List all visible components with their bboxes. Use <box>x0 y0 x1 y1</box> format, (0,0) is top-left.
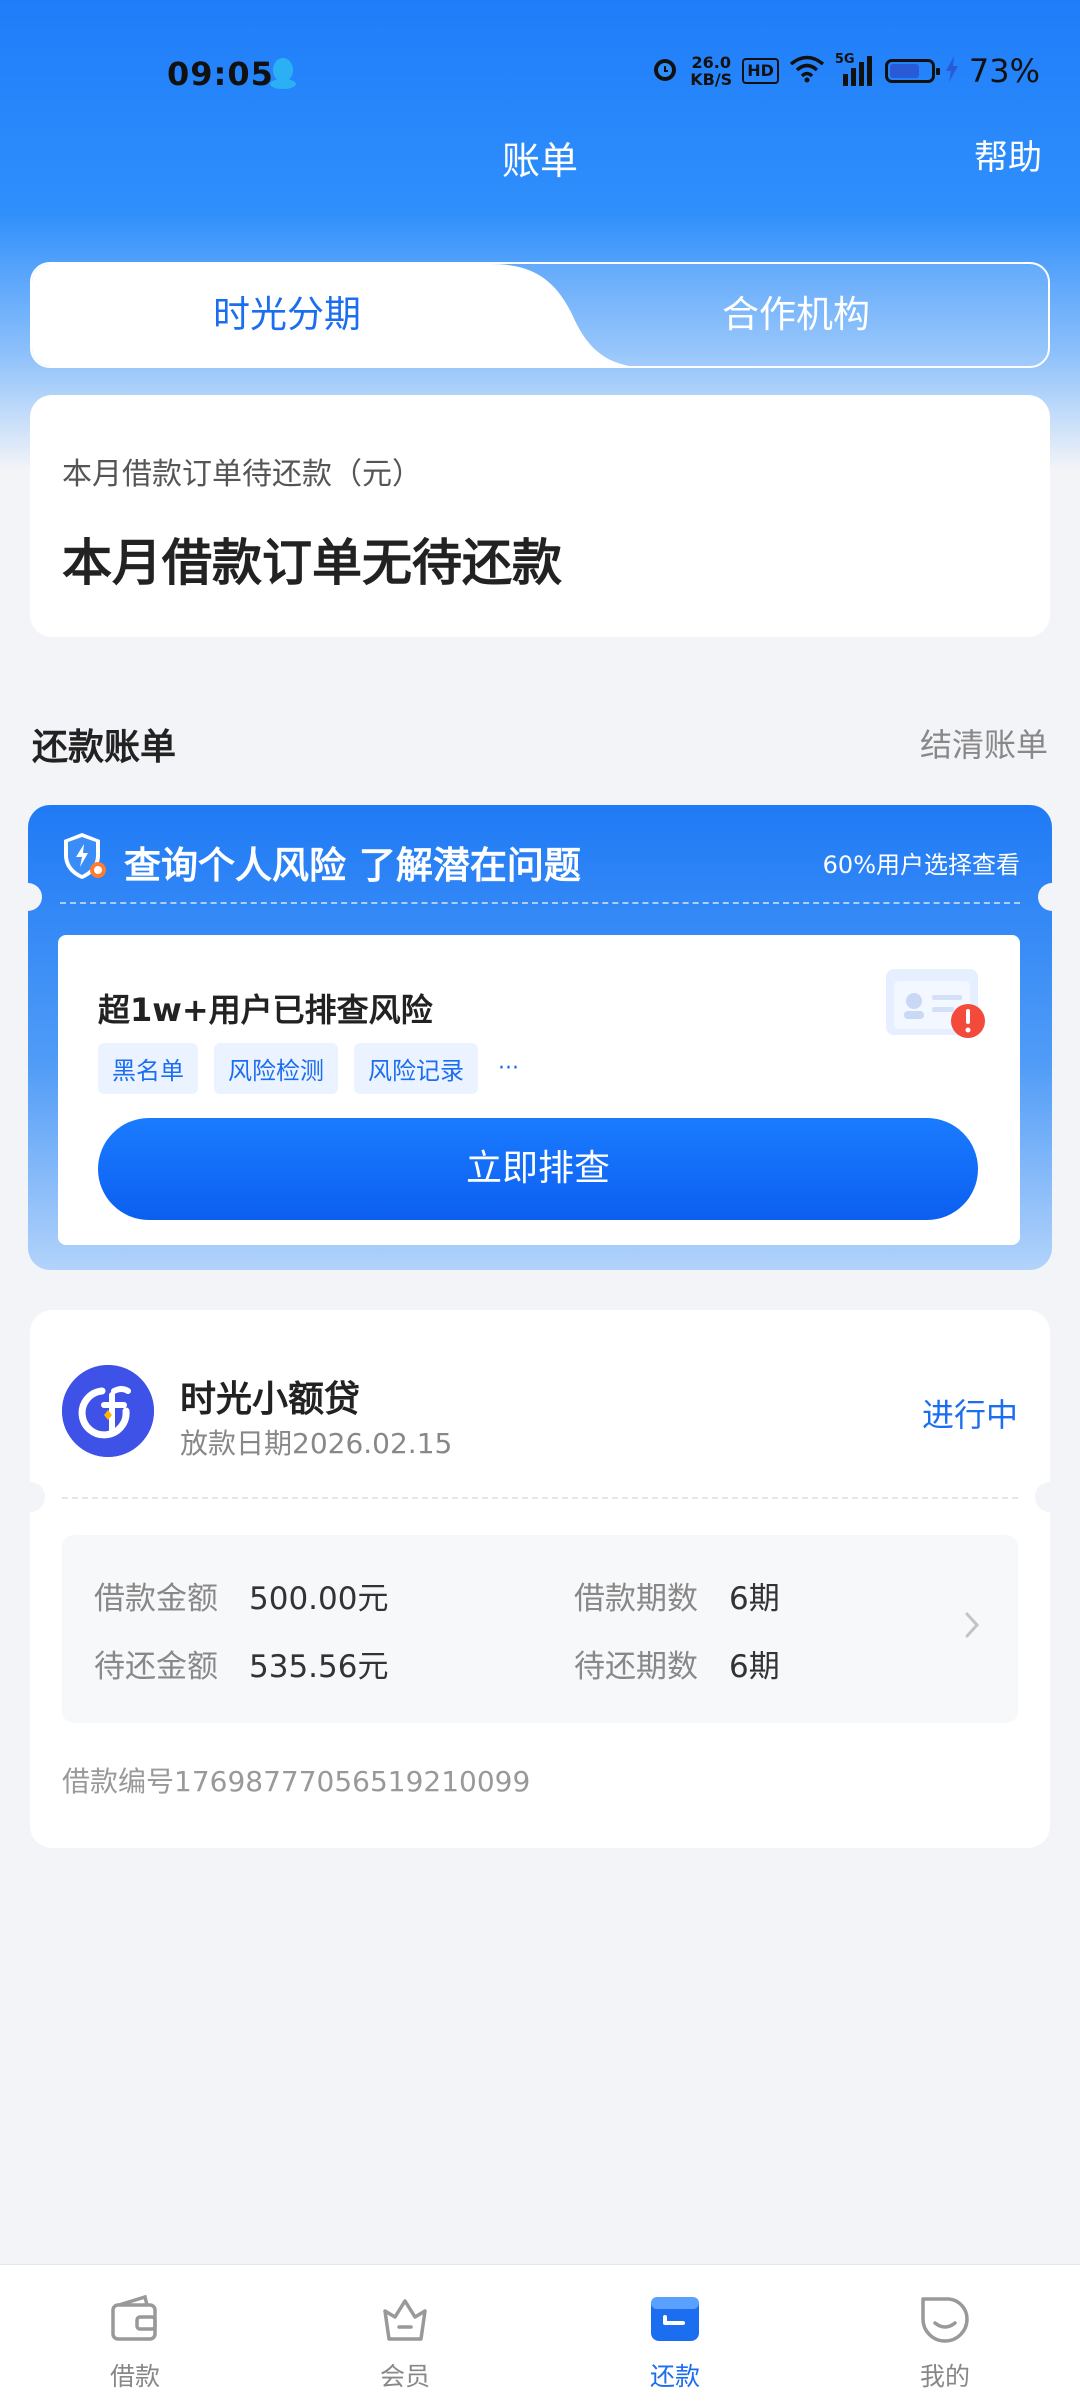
nav-label-member: 会员 <box>379 2362 430 2391</box>
tab-partner-institutions[interactable]: 合作机构 <box>542 264 1048 366</box>
charging-icon <box>945 56 959 86</box>
tag-risk-record: 风险记录 <box>354 1043 478 1094</box>
network-speed: 26.0 KB/S <box>690 53 733 89</box>
loan-periods-value: 6期 <box>729 1581 780 1617</box>
loan-product-name: 时光小额贷 <box>180 1379 361 1420</box>
due-amount-label: 待还金额 <box>94 1649 218 1685</box>
monthly-due-value: 本月借款订单无待还款 <box>62 534 562 592</box>
tags-more: ··· <box>498 1056 519 1081</box>
nav-label-borrow: 借款 <box>109 2362 160 2391</box>
loan-periods-label: 借款期数 <box>574 1581 698 1617</box>
hd-badge: HD <box>742 58 779 84</box>
status-bar: 09:05 26.0 KB/S HD 5G 73% <box>0 0 1080 140</box>
nav-item-mine[interactable]: 我的 <box>810 2265 1080 2401</box>
chevron-right-icon <box>964 1611 980 1643</box>
help-button[interactable]: 帮助 <box>974 130 1042 179</box>
qq-icon <box>268 56 298 94</box>
risk-tags: 黑名单 风险检测 风险记录 ··· <box>98 1043 519 1094</box>
nav-item-borrow[interactable]: 借款 <box>0 2265 270 2401</box>
wallet-icon <box>111 2294 157 2341</box>
loan-amount-label: 借款金额 <box>94 1581 218 1617</box>
crown-icon <box>383 2299 427 2341</box>
tag-risk-detection: 风险检测 <box>214 1043 338 1094</box>
nav-label-mine: 我的 <box>919 2362 970 2391</box>
risk-inner-card: 超1w+用户已排查风险 黑名单 风险检测 风险记录 ··· 立即排查 <box>58 935 1020 1245</box>
risk-inner-title: 超1w+用户已排查风险 <box>98 991 433 1029</box>
loan-info-panel[interactable]: 借款金额 500.00元 借款期数 6期 待还金额 535.56元 待还期数 6… <box>62 1535 1018 1723</box>
check-now-button[interactable]: 立即排查 <box>98 1118 978 1220</box>
loan-logo-icon <box>62 1365 154 1457</box>
battery-icon <box>884 59 940 83</box>
wifi-icon <box>789 55 825 87</box>
nav-item-repay[interactable]: 还款 <box>540 2265 810 2401</box>
loan-number: 借款编号17698777056519210099 <box>62 1765 531 1798</box>
nav-item-member[interactable]: 会员 <box>270 2265 540 2401</box>
tag-blacklist: 黑名单 <box>98 1043 198 1094</box>
id-card-warning-icon <box>882 963 992 1053</box>
risk-subtitle: 60%用户选择查看 <box>822 851 1020 879</box>
loan-status: 进行中 <box>921 1396 1018 1434</box>
risk-title: 查询个人风险 了解潜在问题 <box>124 844 581 887</box>
loan-date: 放款日期2026.02.15 <box>180 1427 453 1460</box>
alarm-icon <box>650 54 680 88</box>
shield-icon <box>58 830 110 886</box>
page-title: 账单 <box>501 139 578 183</box>
due-amount-value: 535.56元 <box>249 1649 389 1685</box>
due-periods-value: 6期 <box>729 1649 780 1685</box>
risk-check-banner[interactable]: 查询个人风险 了解潜在问题 60%用户选择查看 超1w+用户已排查风险 黑名单 … <box>14 805 1066 1270</box>
nav-label-repay: 还款 <box>649 2362 700 2391</box>
loan-amount-value: 500.00元 <box>249 1581 389 1617</box>
repay-icon <box>651 2297 699 2341</box>
battery-percent: 73% <box>968 52 1040 90</box>
status-time: 09:05 <box>167 55 274 93</box>
tab-shiguang-installment[interactable]: 时光分期 <box>32 264 542 366</box>
settled-bills-link[interactable]: 结清账单 <box>920 720 1048 766</box>
bottom-nav: 借款 会员 还款 我的 <box>0 2264 1080 2401</box>
smile-icon <box>921 2297 969 2343</box>
loan-card[interactable]: 时光小额贷 放款日期2026.02.15 进行中 借款金额 500.00元 借款… <box>15 1310 1065 1848</box>
monthly-due-label: 本月借款订单待还款（元） <box>62 457 422 492</box>
due-periods-label: 待还期数 <box>574 1649 698 1685</box>
section-title: 还款账单 <box>32 727 177 768</box>
signal-icon: 5G <box>835 52 875 86</box>
monthly-due-card: 本月借款订单待还款（元） 本月借款订单无待还款 <box>30 395 1050 637</box>
tab-bar: 时光分期 合作机构 <box>30 262 1050 368</box>
